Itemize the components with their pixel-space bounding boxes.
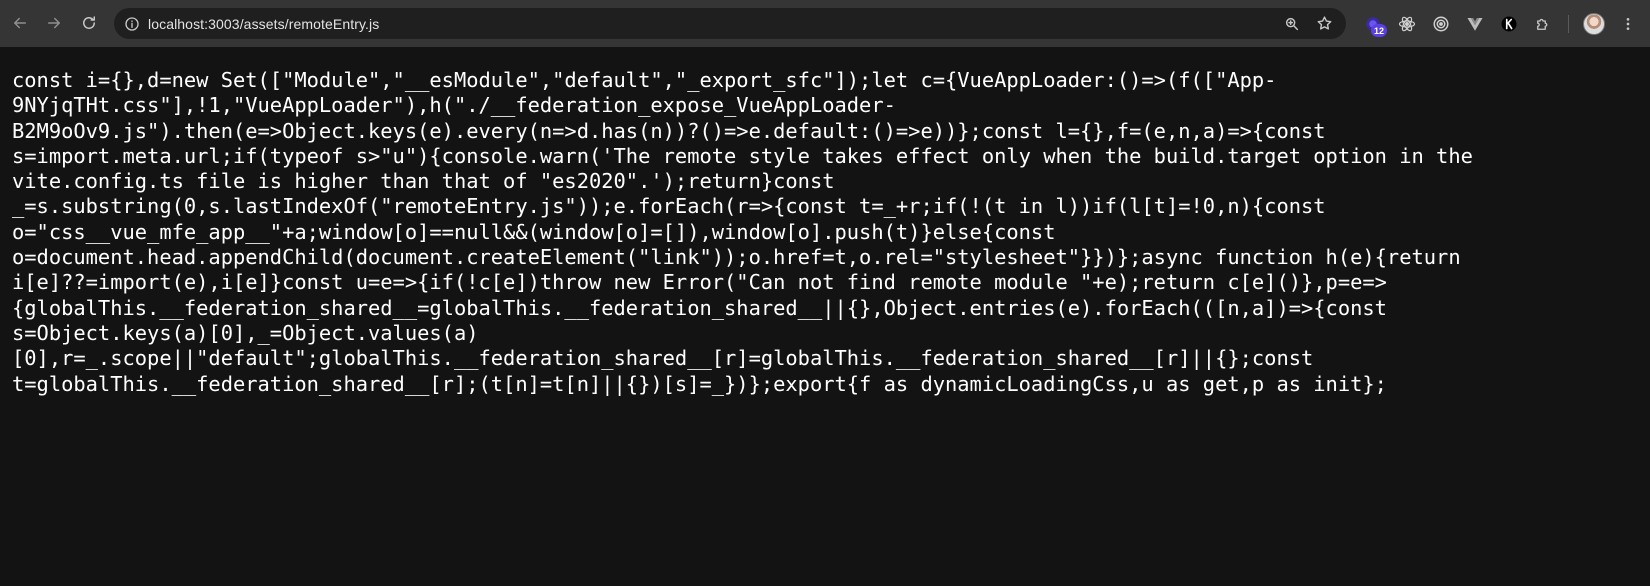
forward-button[interactable] [37, 6, 71, 40]
code-line: s=Object.keys(a)[0],_=Object.values(a) [12, 320, 479, 345]
back-button[interactable] [3, 6, 37, 40]
vue-devtools-button[interactable] [1460, 9, 1490, 39]
code-line: const i={},d=new Set(["Module","__esModu… [12, 68, 1277, 92]
page-content: const i={},d=new Set(["Module","__esModu… [0, 47, 1650, 586]
k-extension-button[interactable] [1494, 9, 1524, 39]
reload-icon [83, 16, 95, 29]
code-line: {globalThis.__federation_shared__=global… [12, 295, 1387, 320]
k-icon [1501, 16, 1517, 32]
code-line: B2M9oOv9.js").then(e=>Object.keys(e).eve… [12, 118, 1326, 143]
info-icon [125, 16, 139, 31]
code-line: o="css__vue_mfe_app__"+a;window[o]==null… [12, 219, 1056, 244]
code-line: _=s.substring(0,s.lastIndexOf("remoteEnt… [12, 194, 1326, 219]
star-icon [1317, 16, 1331, 30]
toolbar-divider [1568, 15, 1569, 33]
code-line: i[e]??=import(e),i[e]}const u=e=>{if(!c[… [12, 270, 1387, 295]
site-info-button[interactable] [116, 8, 148, 39]
zoom-button[interactable] [1280, 12, 1304, 36]
bookmark-button[interactable] [1312, 12, 1336, 36]
react-icon [1398, 16, 1416, 32]
arrow-forward-icon [48, 17, 60, 29]
extension-badge-button[interactable]: 12 [1358, 9, 1388, 39]
url-text[interactable]: localhost:3003/assets/remoteEntry.js [148, 16, 379, 32]
source-code: const i={},d=new Set(["Module","__esModu… [12, 68, 1632, 397]
avatar [1583, 13, 1605, 35]
code-line: t=globalThis.__federation_shared__[r];(t… [12, 371, 1387, 396]
react-devtools-button[interactable] [1392, 9, 1422, 39]
code-line: vite.config.ts file is higher than that … [12, 169, 835, 194]
extensions-area: 12 [1358, 7, 1643, 41]
puzzle-icon [1537, 18, 1548, 30]
code-line: s=import.meta.url;if(typeof s>"u"){conso… [12, 143, 1473, 168]
vue-icon [1467, 18, 1483, 31]
target-extension-button[interactable] [1426, 9, 1456, 39]
code-line: o=document.head.appendChild(document.cre… [12, 245, 1461, 270]
target-icon [1433, 16, 1449, 32]
zoom-icon [1285, 17, 1299, 30]
reload-button[interactable] [72, 6, 106, 40]
code-line: 9NYjqTHt.css"],!1,"VueAppLoader"),h("./_… [12, 93, 896, 118]
kebab-menu-icon [1626, 18, 1630, 30]
browser-toolbar: localhost:3003/assets/remoteEntry.js 12 [0, 0, 1650, 47]
arrow-back-icon [14, 17, 26, 29]
extension-badge-count: 12 [1371, 24, 1387, 37]
extensions-menu-button[interactable] [1528, 9, 1558, 39]
browser-menu-button[interactable] [1613, 9, 1643, 39]
address-bar[interactable]: localhost:3003/assets/remoteEntry.js [114, 8, 1346, 39]
code-line: [0],r=_.scope||"default";globalThis.__fe… [12, 346, 1314, 371]
profile-button[interactable] [1579, 9, 1609, 39]
